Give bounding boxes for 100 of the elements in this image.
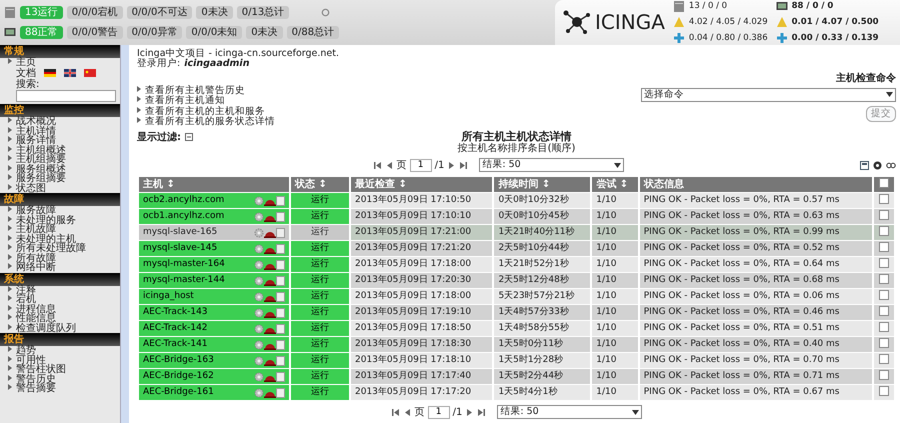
row-checkbox[interactable] [879,370,889,380]
notes-icon [276,308,285,318]
sidebar-item[interactable]: 警告历史 [0,374,120,384]
status-count[interactable]: 0未决 [246,26,283,39]
page-total: /1 [434,160,444,171]
scrollbar[interactable] [120,44,129,423]
table-cell: 1天4时58分55秒 [494,321,590,336]
sidebar-item[interactable]: 战术概况 [0,117,120,127]
row-checkbox[interactable] [879,290,889,300]
sidebar-item[interactable]: 所有未处理故障 [0,244,120,254]
gear-icon [254,276,264,286]
gear-icon [254,308,264,318]
table-cell: 2013年05月09日 17:10:50 [351,193,492,208]
row-checkbox[interactable] [879,210,889,220]
row-checkbox[interactable] [879,226,889,236]
monitor-icon [776,0,788,12]
status-count[interactable]: 0/0/0宕机 [66,6,123,19]
dropdown-icon [614,162,622,168]
row-checkbox[interactable] [879,194,889,204]
status-count[interactable]: 0/0/0未知 [186,26,242,39]
table-cell: 1/10 [592,385,638,400]
column-header[interactable]: 尝试 ↕ [592,177,638,192]
table-cell: 5天23时57分21秒 [494,289,590,304]
export-icon [860,160,870,170]
notes-icon [276,340,285,350]
dropdown-icon [632,410,640,415]
sidebar-item[interactable]: 主机详情 [0,126,120,136]
row-checkbox[interactable] [879,306,889,316]
table-cell: PING OK - Packet loss = 0%, RTA = 0.71 ms [640,369,872,384]
table-cell: 0天0时10分45秒 [494,209,590,224]
sidebar-item[interactable]: 网络中断 [0,263,120,273]
gear-icon [254,260,264,270]
row-checkbox[interactable] [879,338,889,348]
notes-icon [276,260,285,270]
table-cell: 1/10 [592,321,638,336]
sidebar-item[interactable]: 所有故障 [0,254,120,264]
column-header[interactable]: 主机 ↕ [139,177,289,192]
sidebar-item[interactable]: 服务组摘要 [0,174,120,184]
table-cell: 2013年05月09日 17:21:20 [351,241,492,256]
filter-icon [185,133,193,142]
table-cell: 1/10 [592,337,638,352]
nav-link[interactable]: 查看所有主机通知 [137,96,641,107]
results-select[interactable]: 结果: 50 [479,158,624,172]
user-name: icingaadmin [184,58,250,70]
page-field[interactable]: 1 [428,406,450,419]
column-header[interactable]: 状态信息 [640,177,872,192]
table-cell: PING OK - Packet loss = 0%, RTA = 0.70 ms [640,353,872,368]
status-cell: 运行 [291,305,349,320]
sidebar-item[interactable]: 警告柱状图 [0,365,120,375]
table-cell: PING OK - Packet loss = 0%, RTA = 0.46 ms [640,305,872,320]
notes-icon [276,292,285,302]
search-label: 搜索: [15,79,40,90]
row-checkbox[interactable] [879,322,889,332]
status-cell: 运行 [291,289,349,304]
table-cell: 2013年05月09日 17:21:00 [351,225,492,240]
sidebar-item[interactable]: 性能信息 [0,314,120,324]
sidebar-item[interactable]: 服务故障 [0,206,120,216]
sidebar-item[interactable]: 注释 [0,286,120,296]
notes-icon [276,212,285,222]
row-checkbox[interactable] [879,354,889,364]
row-checkbox[interactable] [879,274,889,284]
row-checkbox[interactable] [879,386,889,396]
search-field[interactable] [16,90,116,102]
table-cell: 1/10 [592,353,638,368]
sidebar-item[interactable]: 主机组摘要 [0,155,120,165]
status-cell: 运行 [291,257,349,272]
status-count[interactable]: 0/0/0不可达 [126,6,192,19]
status-count[interactable]: 0/13总计 [236,6,290,19]
column-header[interactable]: 最近检查 ↕ [351,177,492,192]
status-count[interactable]: 0未决 [196,6,233,19]
stat-value: 88 / 0 / 0 [792,2,834,12]
row-checkbox[interactable] [879,242,889,252]
sidebar-item[interactable]: 未处理的服务 [0,216,120,226]
sidebar-item[interactable]: 主页 [0,58,120,68]
command-select[interactable]: 选择命令 [641,88,896,102]
results-select[interactable]: 结果: 50 [497,405,642,420]
select-all-checkbox[interactable] [879,178,889,188]
sidebar-item[interactable]: 主机组概述 [0,146,120,156]
sidebar-item[interactable]: 警告摘要 [0,384,120,394]
nav-link[interactable]: 查看所有主机的服务状态详情 [137,117,641,128]
nav-link[interactable]: 查看所有主机的主机和服务 [137,106,641,118]
sidebar-item[interactable]: 主机故障 [0,225,120,235]
docs-label: 文档 [16,68,36,79]
table-cell: 2013年05月09日 17:20:30 [351,273,492,288]
status-cell: 运行 [291,321,349,336]
status-count[interactable]: 0/0/0异常 [126,26,182,39]
status-count[interactable]: 0/88总计 [286,26,340,39]
column-header[interactable]: 状态 ↕ [291,177,349,192]
sidebar-item[interactable]: 宕机 [0,295,120,305]
sidebar-item[interactable]: 服务组概述 [0,164,120,174]
row-checkbox[interactable] [879,258,889,268]
sidebar-item[interactable]: 进程信息 [0,304,120,314]
sidebar-item[interactable]: 趋势 [0,346,120,356]
column-header[interactable]: 持续时间 ↕ [494,177,590,192]
table-cell: 1/10 [592,257,638,272]
nav-link[interactable]: 查看所有主机警告历史 [137,86,641,96]
page-field[interactable]: 1 [410,158,432,172]
sidebar-item[interactable]: 服务详情 [0,136,120,146]
gear-icon [254,228,264,238]
status-count[interactable]: 0/0/0警告 [66,26,123,39]
